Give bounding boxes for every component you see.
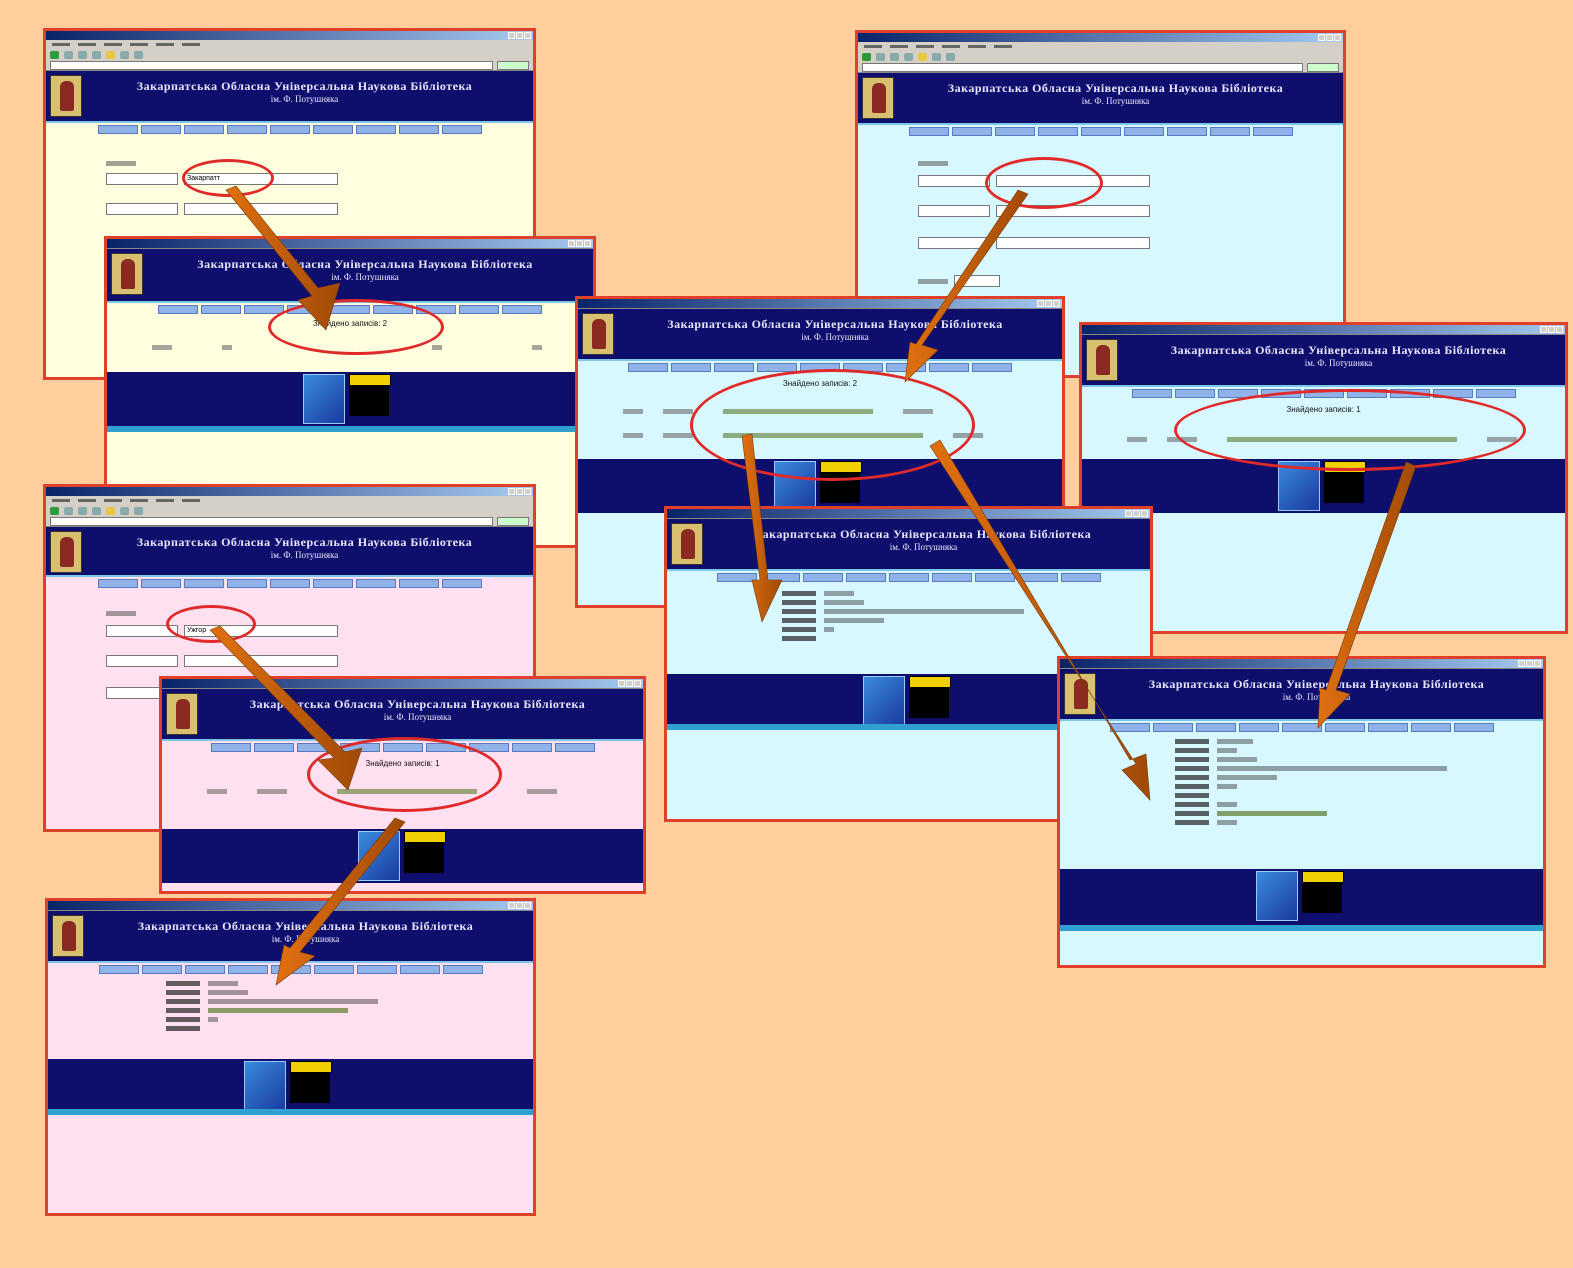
arrow (904, 189, 1029, 383)
arrow (225, 185, 341, 331)
arrow (275, 817, 406, 986)
arrow (1317, 461, 1417, 729)
flow-arrows (209, 185, 1417, 986)
arrow (929, 439, 1151, 801)
arrow (741, 433, 783, 623)
arrow (209, 625, 363, 791)
